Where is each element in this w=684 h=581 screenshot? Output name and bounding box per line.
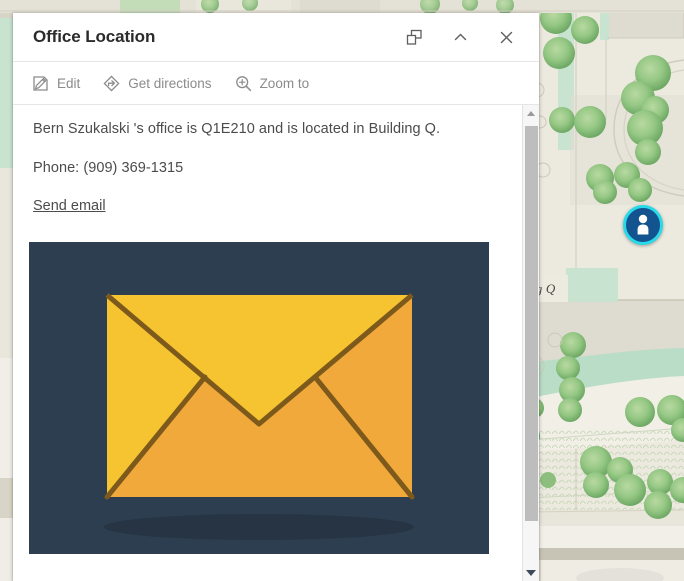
scroll-down-arrow[interactable] <box>523 564 539 581</box>
scroll-up-arrow-icon <box>527 111 535 116</box>
pencil-edit-icon <box>33 75 48 91</box>
magnifier-plus-icon <box>235 75 251 91</box>
app-root: ng Q Office Location Edit Get directions… <box>0 0 684 581</box>
get-directions-label: Get directions <box>128 75 212 91</box>
popup-toolbar: Edit Get directions Zoom to <box>13 61 539 105</box>
scroll-down-arrow-icon <box>526 569 536 576</box>
chevron-up-icon <box>454 33 466 40</box>
popup-content-wrap: Bern Szukalski 's office is Q1E210 and i… <box>13 105 539 581</box>
popup-content: Bern Szukalski 's office is Q1E210 and i… <box>13 105 522 581</box>
page-title: Office Location <box>33 27 156 46</box>
close-popup-button[interactable] <box>493 24 519 50</box>
get-directions-button[interactable]: Get directions <box>102 74 212 93</box>
zoom-to-button[interactable]: Zoom to <box>234 74 310 93</box>
scroll-up-arrow[interactable] <box>523 105 539 122</box>
zoom-to-label: Zoom to <box>259 75 310 91</box>
dock-icon <box>406 29 422 45</box>
edit-label: Edit <box>57 75 81 91</box>
dock-popup-button[interactable] <box>401 24 427 50</box>
person-icon <box>637 214 649 235</box>
collapse-popup-button[interactable] <box>447 24 473 50</box>
directions-icon <box>103 74 120 91</box>
scroll-thumb[interactable] <box>525 126 538 521</box>
office-location-marker[interactable] <box>623 205 663 245</box>
popup-header: Office Location <box>13 13 539 61</box>
close-icon <box>500 31 512 43</box>
edit-button[interactable]: Edit <box>31 74 80 93</box>
envelope-illustration <box>29 242 489 555</box>
office-description: Bern Szukalski 's office is Q1E210 and i… <box>33 121 441 137</box>
popup-text-block: Bern Szukalski 's office is Q1E210 and i… <box>13 105 522 228</box>
send-email-link[interactable]: Send email <box>33 198 106 214</box>
content-scrollbar[interactable] <box>522 105 539 581</box>
popup-panel: Office Location Edit Get directions Zoom… <box>13 13 539 581</box>
phone-number: Phone: (909) 369-1315 <box>33 160 184 177</box>
popup-header-actions <box>401 24 525 50</box>
envelope-image[interactable] <box>29 242 489 555</box>
